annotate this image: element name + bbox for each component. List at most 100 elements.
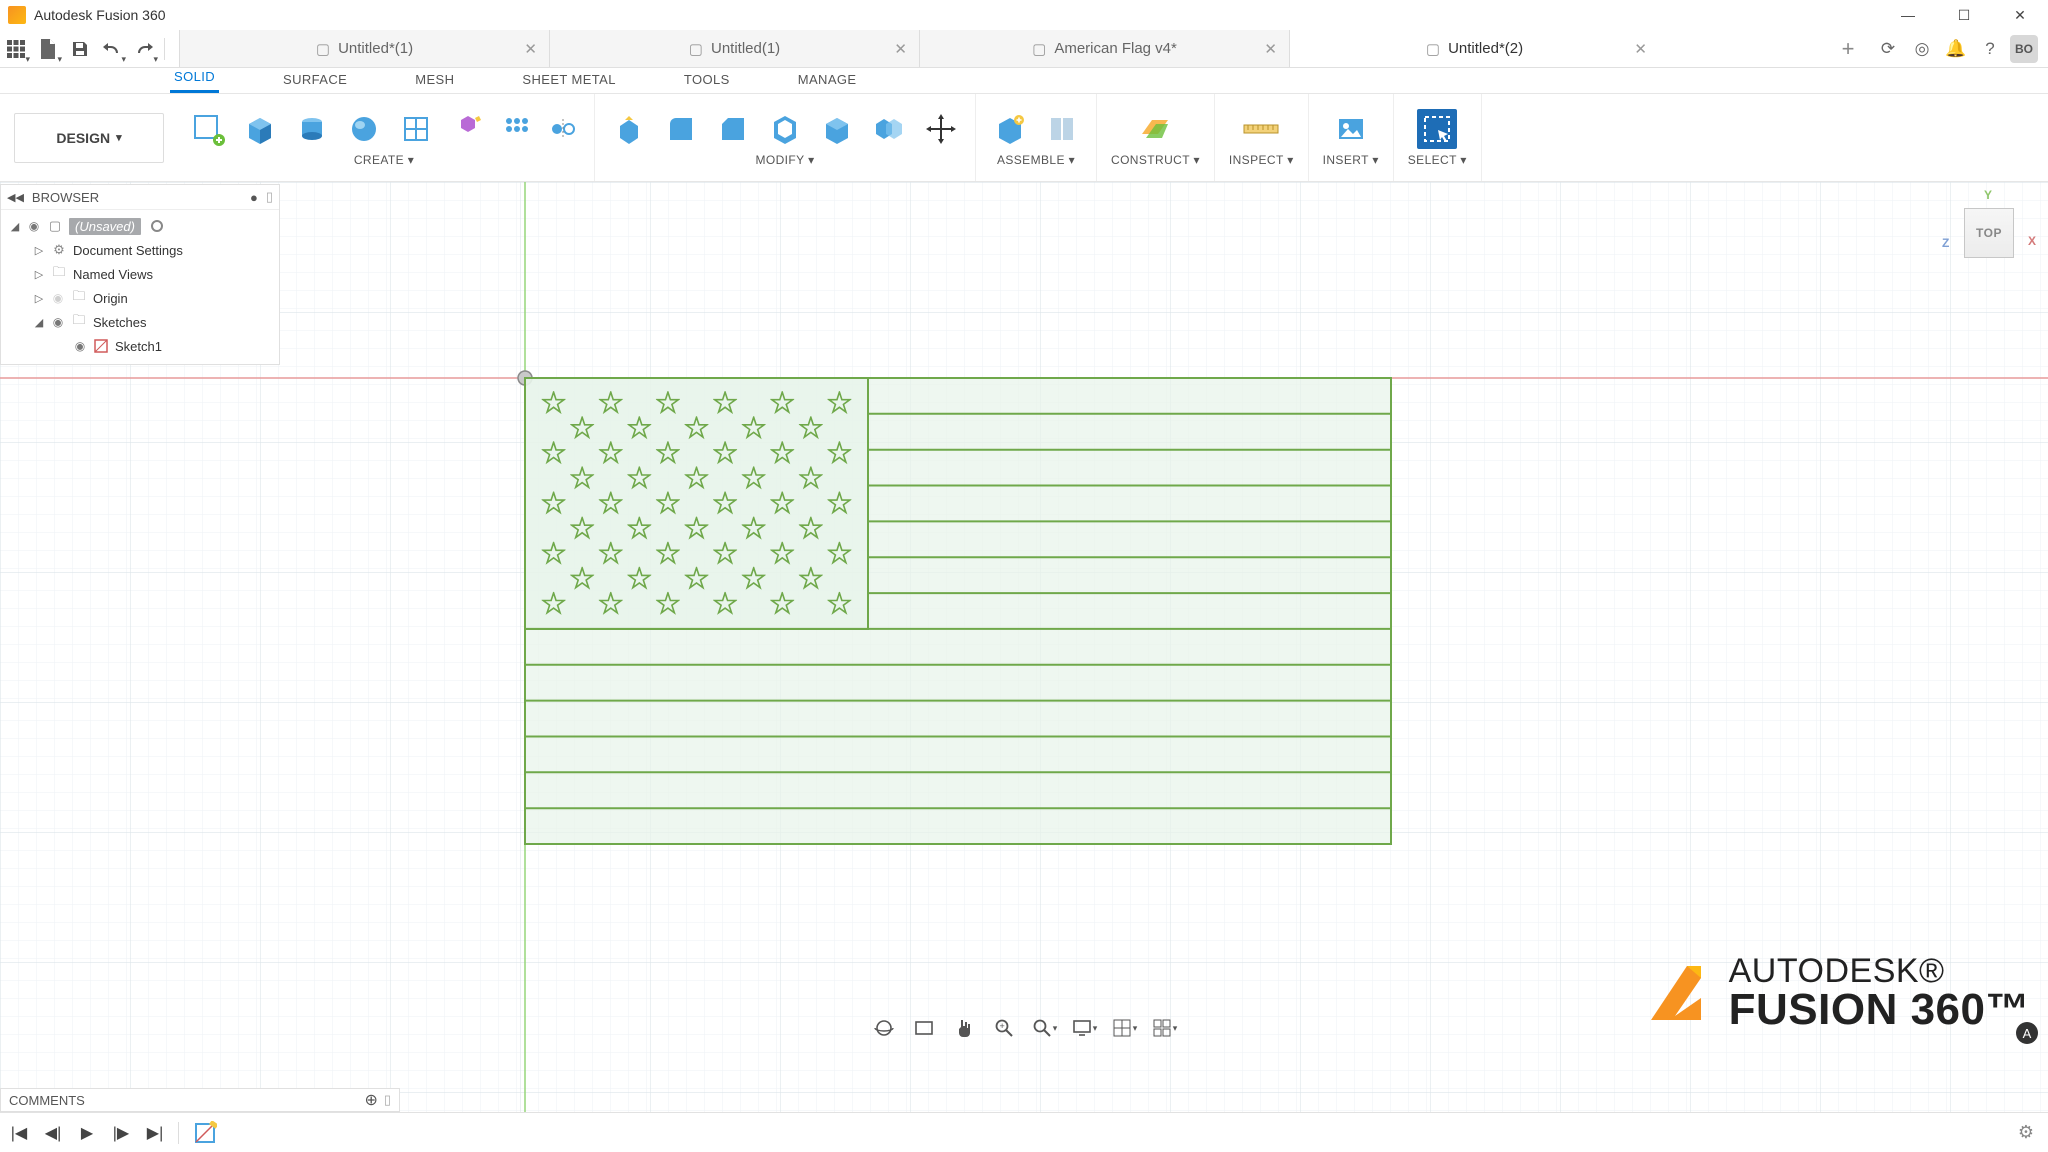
assemble-newcomponent-button[interactable] [990,109,1030,149]
document-tab[interactable]: ▢ Untitled*(2) ✕ [1289,30,1659,67]
create-form-button[interactable] [396,109,436,149]
timeline-back-button[interactable]: ◀| [42,1122,64,1144]
ribbon-tab-mesh[interactable]: MESH [411,68,458,93]
construct-plane-button[interactable] [1135,109,1175,149]
comments-handle-icon[interactable]: ▯ [384,1092,391,1108]
expand-toggle-icon[interactable]: ◢ [9,220,21,233]
user-avatar[interactable]: BO [2010,35,2038,63]
create-derive-button[interactable] [448,109,488,149]
modify-chamfer-button[interactable] [713,109,753,149]
modify-draft-button[interactable] [817,109,857,149]
timeline-settings-button[interactable]: ⚙ [2018,1122,2040,1143]
tab-close-icon[interactable]: ✕ [894,40,907,58]
toolbar-group-label[interactable]: CONSTRUCT ▾ [1111,153,1200,167]
toolbar-group-label[interactable]: ASSEMBLE ▾ [997,153,1075,167]
timeline-forward-button[interactable]: |▶ [110,1122,132,1144]
visibility-icon[interactable]: ◉ [51,291,65,305]
modify-fillet-button[interactable] [661,109,701,149]
comments-add-button[interactable]: ⊕ [364,1090,377,1110]
new-tab-button[interactable]: + [1832,33,1864,65]
autodesk-badge-icon[interactable]: A [2016,1022,2038,1044]
browser-node[interactable]: ◉ Sketch1 [1,334,279,358]
comments-panel[interactable]: COMMENTS ⊕ ▯ [0,1088,400,1112]
grid-settings-button[interactable]: ▾ [1110,1014,1138,1042]
insert-decal-button[interactable] [1331,109,1371,149]
create-box-button[interactable] [240,109,280,149]
timeline-end-button[interactable]: ▶| [144,1122,166,1144]
ribbon-tab-solid[interactable]: SOLID [170,65,219,93]
expand-toggle-icon[interactable]: ◢ [33,316,45,329]
tab-close-icon[interactable]: ✕ [1264,40,1277,58]
modify-shell-button[interactable] [765,109,805,149]
save-button[interactable] [64,33,96,65]
expand-toggle-icon[interactable]: ▷ [33,292,45,305]
window-maximize-button[interactable]: ☐ [1954,7,1974,24]
browser-node[interactable]: ▷ ⚙ Document Settings [1,238,279,262]
ribbon-tab-tools[interactable]: TOOLS [680,68,734,93]
create-sphere-button[interactable] [344,109,384,149]
select-button[interactable] [1417,109,1457,149]
toolbar-group-label[interactable]: SELECT ▾ [1408,153,1467,167]
help-button[interactable]: ? [1976,35,2004,63]
timeline-start-button[interactable]: |◀ [8,1122,30,1144]
undo-button[interactable] [96,33,128,65]
workspace-selector[interactable]: DESIGN▾ [14,113,164,163]
browser-collapse-icon[interactable]: ◀◀ [7,191,24,204]
visibility-icon[interactable]: ◉ [27,219,41,233]
pan-button[interactable] [950,1014,978,1042]
modify-pressPull-button[interactable] [609,109,649,149]
lookat-button[interactable] [910,1014,938,1042]
create-sketch-button[interactable] [188,109,228,149]
expand-toggle-icon[interactable]: ▷ [33,268,45,281]
window-minimize-button[interactable]: — [1898,7,1918,24]
viewport-layout-button[interactable]: ▾ [1150,1014,1178,1042]
visibility-icon[interactable]: ◉ [73,339,87,353]
ribbon-tab-sheetmetal[interactable]: SHEET METAL [518,68,620,93]
browser-node[interactable]: ▷ 🗀 Named Views [1,262,279,286]
activate-ring-icon[interactable] [151,220,163,232]
extensions-button[interactable]: ⟳ [1874,35,1902,63]
notifications-button[interactable]: 🔔 [1942,35,1970,63]
ribbon-tab-manage[interactable]: MANAGE [794,68,861,93]
timeline-play-button[interactable]: ▶ [76,1122,98,1144]
view-cube-face[interactable]: TOP [1964,208,2014,258]
display-settings-button[interactable]: ▾ [1070,1014,1098,1042]
browser-root-node[interactable]: ◢ ◉ ▢ (Unsaved) [1,214,279,238]
toolbar-group-label[interactable]: MODIFY ▾ [755,153,814,167]
browser-node[interactable]: ◢ ◉ 🗀 Sketches [1,310,279,334]
canvas[interactable]: Y X Z TOP + ▾ ▾ ▾ ▾ AUTODESK® FUSION 360… [0,182,2048,1112]
file-menu-button[interactable] [32,33,64,65]
browser-handle-icon[interactable]: ▯ [266,189,273,205]
window-close-button[interactable]: ✕ [2010,7,2030,24]
timeline-feature-sketch[interactable] [191,1119,219,1147]
expand-toggle-icon[interactable]: ▷ [33,244,45,257]
zoom-window-button[interactable]: + [990,1014,1018,1042]
app-title: Autodesk Fusion 360 [34,7,1898,23]
modify-combine-button[interactable] [869,109,909,149]
create-pattern-button[interactable] [500,112,534,146]
data-panel-button[interactable] [0,33,32,65]
create-cylinder-button[interactable] [292,109,332,149]
toolbar-group-label[interactable]: CREATE ▾ [354,153,414,167]
browser-node[interactable]: ▷ ◉ 🗀 Origin [1,286,279,310]
document-tab[interactable]: ▢ Untitled(1) ✕ [549,30,919,67]
assemble-joint-button[interactable] [1042,109,1082,149]
document-tab[interactable]: ▢ American Flag v4* ✕ [919,30,1289,67]
inspect-measure-button[interactable] [1241,109,1281,149]
zoom-button[interactable]: ▾ [1030,1014,1058,1042]
ribbon-tab-surface[interactable]: SURFACE [279,68,351,93]
job-status-button[interactable]: ◎ [1908,35,1936,63]
ribbon-tabs: SOLID SURFACE MESH SHEET METAL TOOLS MAN… [0,68,2048,94]
tab-close-icon[interactable]: ✕ [524,40,537,58]
toolbar-group-label[interactable]: INSPECT ▾ [1229,153,1294,167]
visibility-icon[interactable]: ◉ [51,315,65,329]
orbit-button[interactable] [870,1014,898,1042]
browser-dot-icon[interactable]: ● [250,190,258,205]
modify-move-button[interactable] [921,109,961,149]
redo-button[interactable] [128,33,160,65]
create-mirror-button[interactable] [546,112,580,146]
view-cube[interactable]: Y X Z TOP [1956,200,2022,266]
document-tab[interactable]: ▢ Untitled*(1) ✕ [179,30,549,67]
toolbar-group-label[interactable]: INSERT ▾ [1323,153,1379,167]
tab-close-icon[interactable]: ✕ [1634,40,1647,58]
